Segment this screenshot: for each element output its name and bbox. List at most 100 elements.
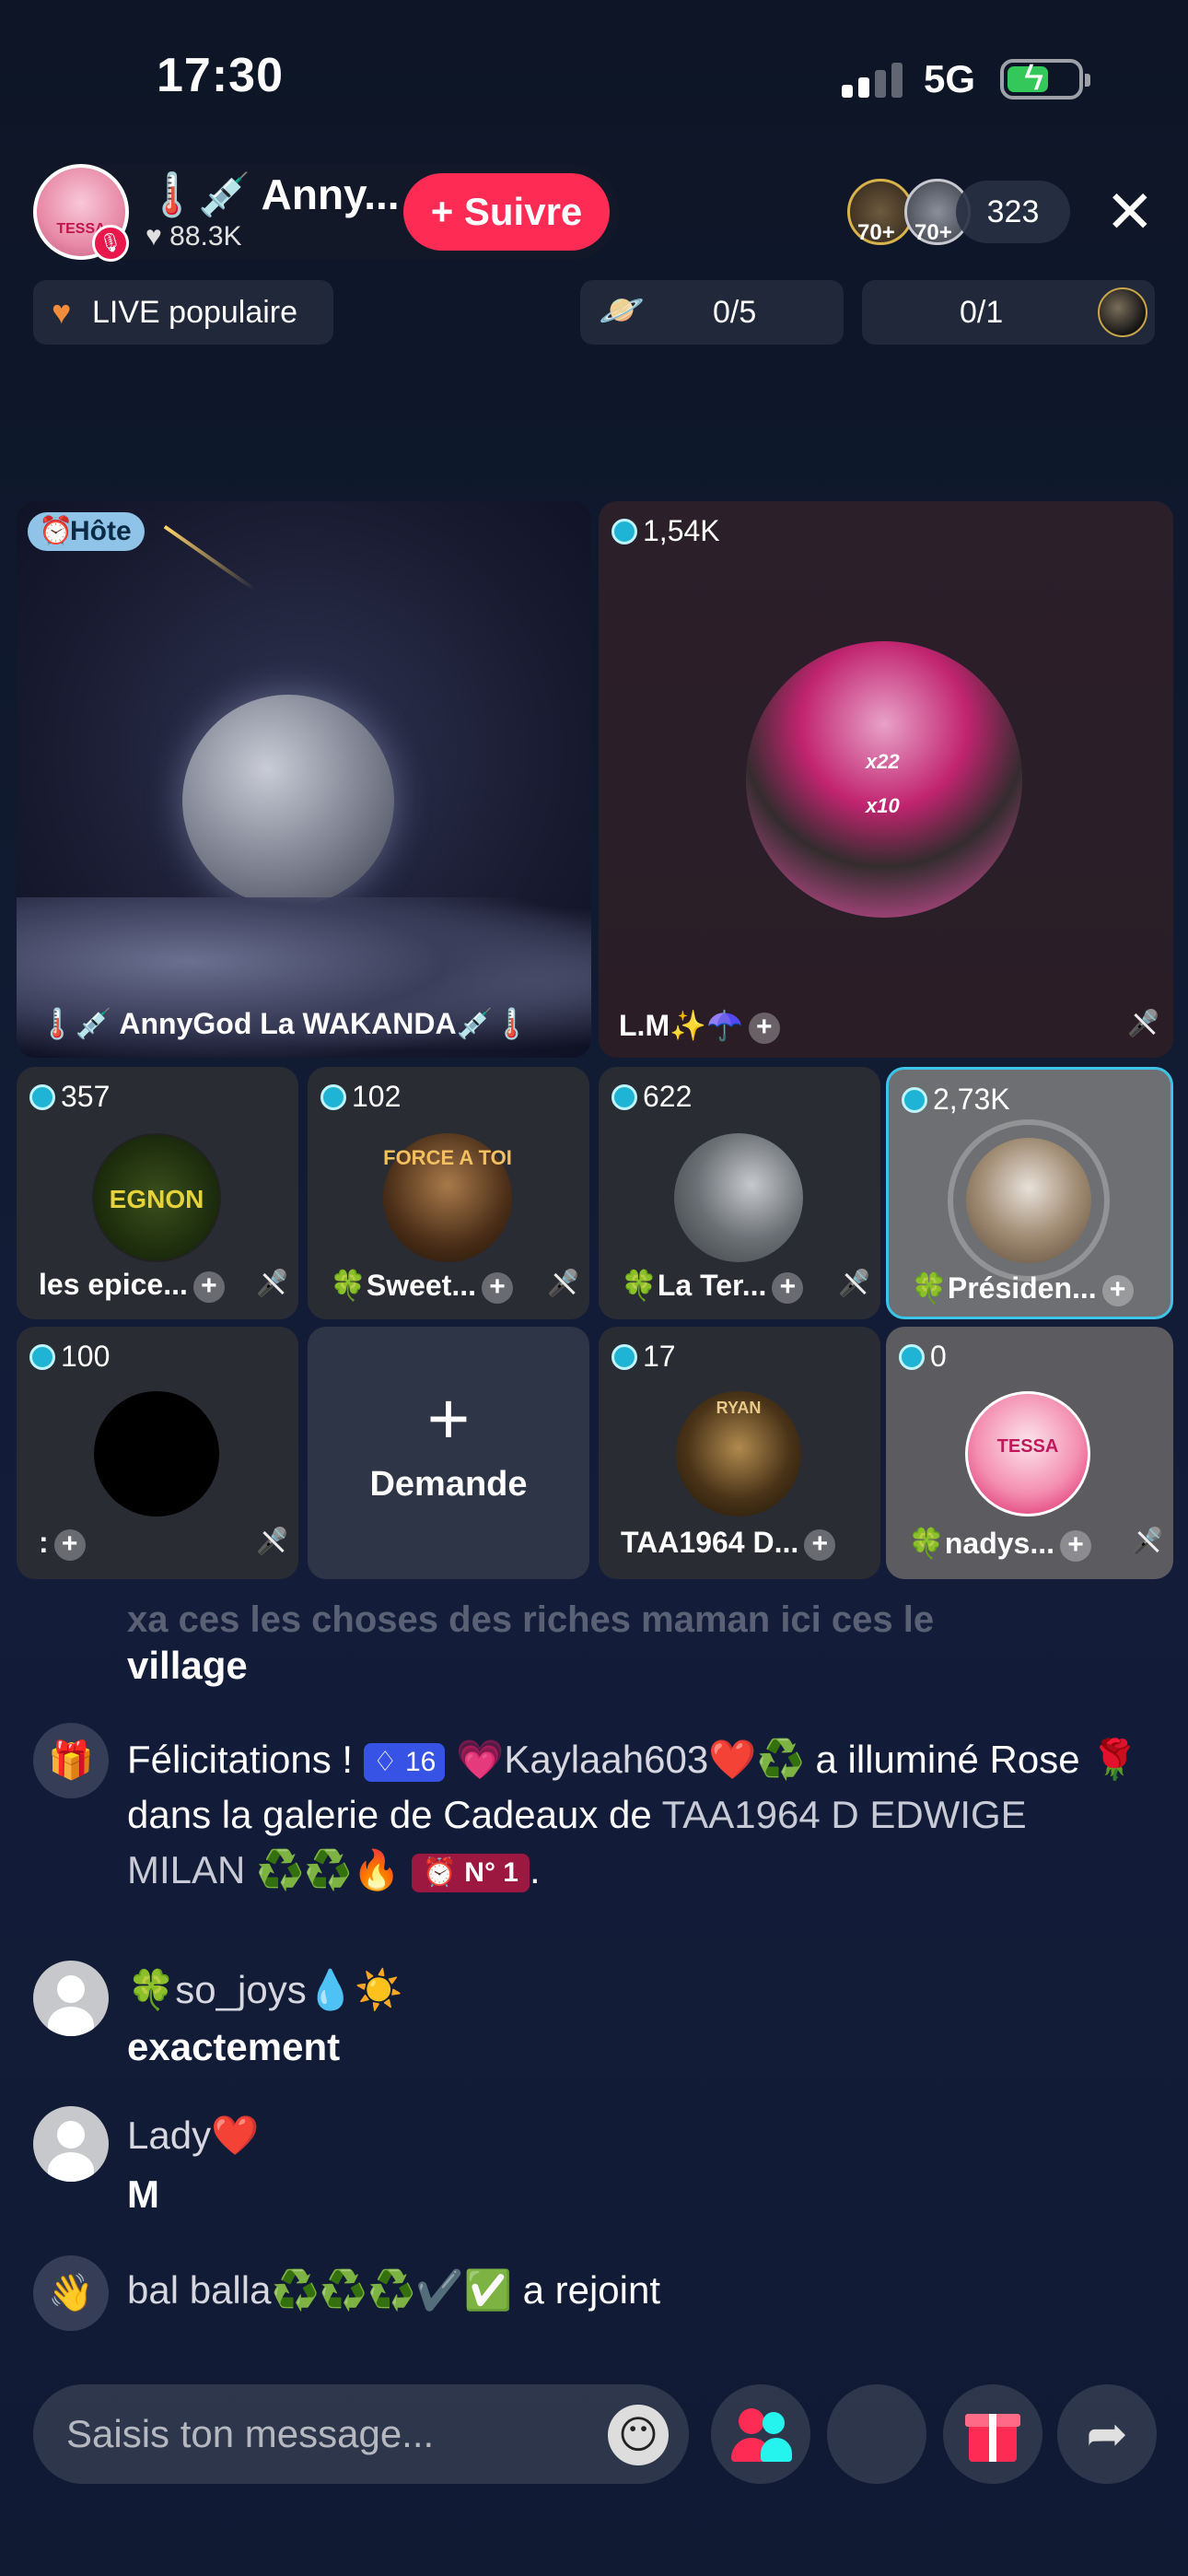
- gift-count: 2,73K: [902, 1083, 1010, 1117]
- guest-tile-6[interactable]: 100 : + 🎤: [17, 1327, 298, 1579]
- guest-tile-5[interactable]: 2,73K 🍀Présiden... +: [886, 1067, 1173, 1319]
- guest8-avatar[interactable]: TESSA: [965, 1391, 1090, 1516]
- battery-icon: ϟ: [1000, 57, 1090, 100]
- guest1-gift-count: 1,54K: [611, 514, 720, 548]
- chat-message-2: M: [127, 2172, 159, 2216]
- gift-count: 17: [611, 1340, 676, 1374]
- mic-off-icon: 🎤: [547, 1269, 579, 1297]
- mic-off-icon: 🎤: [838, 1269, 870, 1297]
- empty-action-button[interactable]: [827, 2384, 926, 2484]
- join-text: a rejoint: [511, 2268, 661, 2312]
- guest3-avatar-text: FORCE A TOI: [383, 1146, 512, 1169]
- status-time: 17:30: [157, 49, 284, 102]
- guest2-name: les epice... +: [39, 1268, 225, 1303]
- goal-orb-badge[interactable]: 0/1: [862, 280, 1155, 345]
- gift-count: 0: [899, 1340, 947, 1374]
- gift-count: 100: [29, 1340, 110, 1374]
- add-icon[interactable]: +: [53, 1528, 86, 1561]
- host-tile[interactable]: ⏰ Hôte 🌡️💉 AnnyGod La WAKANDA💉🌡️: [17, 501, 591, 1058]
- moon-graphic: [182, 695, 394, 907]
- guest4-avatar[interactable]: [674, 1133, 803, 1262]
- mic-off-icon: 🎤: [256, 1527, 288, 1555]
- gift-count: 102: [320, 1080, 401, 1114]
- guest2-avatar[interactable]: EGNON: [92, 1133, 221, 1262]
- add-icon[interactable]: +: [1101, 1274, 1134, 1306]
- live-popular-badge[interactable]: ♥ LIVE populaire: [33, 280, 333, 345]
- emoji-icon[interactable]: 😶: [608, 2405, 669, 2465]
- chat-line-village: village: [127, 1644, 248, 1687]
- guest-tile-8[interactable]: 0 TESSA 🍀nadys... + 🎤: [886, 1327, 1173, 1579]
- guest8-avatar-text: TESSA: [996, 1436, 1059, 1457]
- guest-tile-3[interactable]: 102 FORCE A TOI 🍀Sweet... + 🎤: [308, 1067, 589, 1319]
- shooting-star-graphic: [163, 524, 257, 592]
- plus-icon: +: [426, 1377, 471, 1459]
- guest1-avatar[interactable]: [746, 641, 1022, 918]
- chat-user-1[interactable]: 🍀so_joys💧☀️: [127, 1962, 402, 2018]
- goal1-label: 0/5: [713, 295, 757, 330]
- mic-off-icon: 🎤: [256, 1269, 288, 1297]
- guest-tile-1[interactable]: 1,54K x22 x10 L.M✨☂️ + 🎤: [599, 501, 1173, 1058]
- guest6-avatar[interactable]: [94, 1391, 219, 1516]
- close-icon[interactable]: ✕: [1105, 182, 1155, 241]
- viewer-count[interactable]: 323: [956, 181, 1070, 243]
- heart-icon: ♥: [52, 293, 72, 331]
- gem-icon: [611, 518, 637, 544]
- guest7-avatar[interactable]: RYAN: [676, 1391, 801, 1516]
- chat-user-2[interactable]: Lady❤️: [127, 2108, 259, 2163]
- guest5-avatar[interactable]: [966, 1138, 1091, 1263]
- host-badge-icon: ⏰: [39, 516, 74, 546]
- signal-icon: [842, 61, 903, 98]
- planet-icon: 🪐: [599, 290, 645, 331]
- host-name[interactable]: 🌡️💉 Anny...: [146, 170, 400, 220]
- add-icon[interactable]: +: [804, 1528, 836, 1561]
- host-likes: ♥ 88.3K: [146, 221, 242, 252]
- muted-mic-icon: 🎙: [92, 225, 129, 262]
- user-avatar[interactable]: [33, 1961, 109, 2036]
- guest2-avatar-text: EGNON: [109, 1185, 204, 1213]
- gift-icon: 🎁: [33, 1723, 109, 1798]
- guest4-name: 🍀La Ter... +: [621, 1268, 804, 1304]
- guest1-overlay-2: x10: [866, 794, 900, 817]
- join-user[interactable]: bal balla♻️♻️♻️✔️✅: [127, 2268, 512, 2312]
- guest5-name: 🍀Présiden... +: [911, 1270, 1134, 1306]
- goal-planet-badge[interactable]: 🪐 0/5: [580, 280, 844, 345]
- guest1-name: L.M✨☂️ +: [619, 1008, 780, 1044]
- guest7-avatar-text: RYAN: [716, 1399, 762, 1417]
- mic-off-icon: 🎤: [1127, 1009, 1159, 1037]
- gift-prefix: Félicitations !: [127, 1738, 364, 1781]
- add-icon[interactable]: +: [772, 1271, 804, 1304]
- message-input[interactable]: [33, 2384, 689, 2484]
- chat-faded-line: xa ces les choses des riches maman ici c…: [127, 1599, 935, 1640]
- join-message: bal balla♻️♻️♻️✔️✅ a rejoint: [127, 2263, 660, 2318]
- guest-tile-4[interactable]: 622 🍀La Ter... + 🎤: [599, 1067, 880, 1319]
- user-avatar[interactable]: [33, 2106, 109, 2182]
- gift-sender[interactable]: 💗Kaylaah603❤️♻️: [445, 1738, 805, 1781]
- add-guest1-icon[interactable]: +: [748, 1012, 780, 1044]
- user-level-badge: ♢ 16: [363, 1742, 446, 1782]
- popular-label: LIVE populaire: [92, 295, 298, 330]
- gift-end: .: [529, 1848, 541, 1891]
- guest-tile-2[interactable]: 357 EGNON les epice... + 🎤: [17, 1067, 298, 1319]
- guest6-name: : +: [39, 1526, 86, 1561]
- gift-announcement: Félicitations ! ♢ 16 💗Kaylaah603❤️♻️ a i…: [127, 1732, 1149, 1898]
- gift-button-icon[interactable]: [943, 2384, 1042, 2484]
- guest3-name: 🍀Sweet... +: [330, 1268, 513, 1304]
- share-icon[interactable]: ➦: [1057, 2384, 1157, 2484]
- gift-count: 357: [29, 1080, 110, 1114]
- request-label: Demande: [369, 1465, 528, 1504]
- viewer-badge-2: 70+: [914, 220, 952, 245]
- request-seat-tile[interactable]: + Demande: [308, 1327, 589, 1579]
- guest3-avatar[interactable]: FORCE A TOI: [383, 1133, 512, 1262]
- mic-off-icon: 🎤: [1131, 1527, 1163, 1555]
- guest-tile-7[interactable]: 17 RYAN TAA1964 D... +: [599, 1327, 880, 1579]
- add-icon[interactable]: +: [1060, 1529, 1091, 1562]
- rank-badge: ⏰ N° 1: [411, 1853, 530, 1892]
- guest7-name: TAA1964 D... +: [621, 1526, 836, 1561]
- add-icon[interactable]: +: [482, 1271, 513, 1304]
- follow-button[interactable]: + Suivre: [403, 173, 610, 251]
- guest1-overlay-1: x22: [866, 750, 900, 773]
- add-icon[interactable]: +: [192, 1270, 225, 1303]
- host-tile-name: 🌡️💉 AnnyGod La WAKANDA💉🌡️: [39, 1007, 530, 1040]
- multi-guest-icon[interactable]: [711, 2384, 810, 2484]
- host-label-badge: ⏰ Hôte: [28, 512, 145, 551]
